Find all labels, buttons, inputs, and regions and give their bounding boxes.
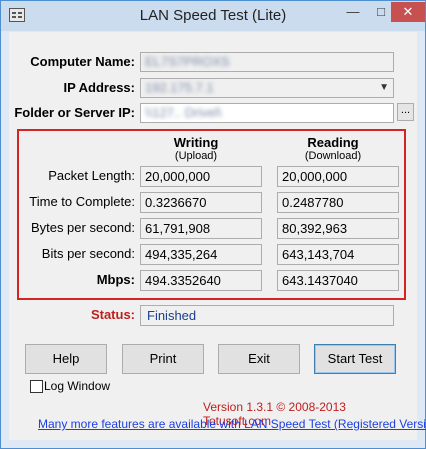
status-value: Finished (140, 305, 394, 326)
reading-column-header: Reading (Download) (273, 135, 393, 162)
results-panel: Writing (Upload) Reading (Download) Pack… (17, 129, 406, 300)
mbps-read: 643.1437040 (277, 270, 399, 291)
log-window-checkbox[interactable] (30, 380, 43, 393)
title-bar[interactable]: LAN Speed Test (Lite) — □ ✕ (1, 1, 425, 31)
bits-per-second-read: 643,143,704 (277, 244, 399, 265)
help-button[interactable]: Help (25, 344, 107, 374)
minimize-button[interactable]: — (340, 2, 366, 22)
time-to-complete-label: Time to Complete: (29, 194, 135, 209)
registered-version-link[interactable]: Many more features are available with LA… (38, 417, 426, 431)
packet-length-read: 20,000,000 (277, 166, 399, 187)
ip-address-value: 192.175.7.1 (145, 80, 214, 95)
mbps-write: 494.3352640 (140, 270, 262, 291)
writing-subheader: (Upload) (174, 150, 218, 162)
computer-name-value: EL7S7PROXS (145, 54, 230, 69)
reading-header: Reading (307, 135, 359, 150)
bytes-per-second-label: Bytes per second: (30, 220, 135, 235)
chevron-down-icon[interactable]: ▼ (379, 79, 389, 97)
packet-length-label: Packet Length: (48, 168, 135, 183)
ip-address-dropdown[interactable]: 192.175.7.1 ▼ (140, 78, 394, 98)
print-button[interactable]: Print (122, 344, 204, 374)
computer-name-field: EL7S7PROXS (140, 52, 394, 72)
writing-column-header: Writing (Upload) (136, 135, 256, 162)
app-window: LAN Speed Test (Lite) — □ ✕ Computer Nam… (0, 0, 426, 449)
bits-per-second-label: Bits per second: (41, 246, 135, 261)
status-label: Status: (90, 307, 135, 322)
computer-name-label: Computer Name: (30, 54, 135, 69)
time-to-complete-read: 0.2487780 (277, 192, 399, 213)
close-button[interactable]: ✕ (391, 2, 425, 22)
start-test-button[interactable]: Start Test (314, 344, 396, 374)
packet-length-write: 20,000,000 (140, 166, 262, 187)
ip-address-label: IP Address: (63, 80, 135, 95)
reading-subheader: (Download) (304, 150, 362, 162)
bytes-per-second-read: 80,392,963 (277, 218, 399, 239)
mbps-label: Mbps: (96, 272, 135, 287)
folder-server-value: \\127.. Drivel\ (145, 105, 222, 120)
bits-per-second-write: 494,335,264 (140, 244, 262, 265)
writing-header: Writing (173, 135, 219, 150)
exit-button[interactable]: Exit (218, 344, 300, 374)
folder-server-label: Folder or Server IP: (14, 105, 135, 120)
client-area: Computer Name: EL7S7PROXS IP Address: 19… (9, 32, 426, 440)
bytes-per-second-write: 61,791,908 (140, 218, 262, 239)
folder-server-input[interactable]: \\127.. Drivel\ (140, 103, 394, 123)
browse-button[interactable]: ... (397, 103, 414, 121)
time-to-complete-write: 0.3236670 (140, 192, 262, 213)
log-window-label[interactable]: Log Window (44, 379, 110, 393)
